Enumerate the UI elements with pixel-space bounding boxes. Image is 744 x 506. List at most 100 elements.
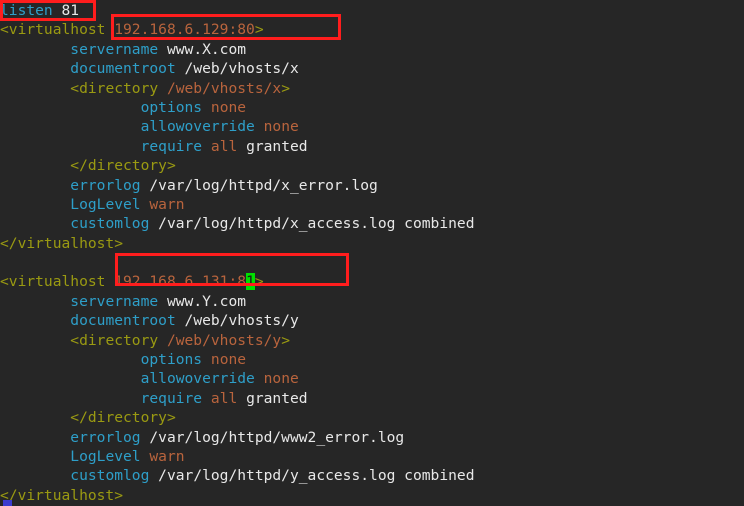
code-line[interactable]: </virtualhost> <box>0 486 744 505</box>
code-line[interactable]: LogLevel warn <box>0 447 744 466</box>
next-line-partial-glyph <box>3 500 12 506</box>
code-line[interactable]: documentroot /web/vhosts/y <box>0 311 744 330</box>
code-line[interactable]: <virtualhost 192.168.6.129:80> <box>0 20 744 39</box>
code-line[interactable]: listen 81 <box>0 1 744 20</box>
code-line[interactable]: customlog /var/log/httpd/y_access.log co… <box>0 466 744 485</box>
code-token: all <box>210 389 238 407</box>
code-token: <directory <box>70 79 167 97</box>
code-line[interactable]: options none <box>0 350 744 369</box>
code-token: > <box>254 21 264 39</box>
code-token: require <box>140 137 203 155</box>
code-token: </directory> <box>70 409 176 427</box>
terminal-editor-window[interactable]: listen 81 <virtualhost 192.168.6.129:80> … <box>0 0 744 506</box>
code-token: /var/log/httpd/x_access.log combined <box>158 215 475 233</box>
code-token: 192.168.6.129:80 <box>114 21 255 39</box>
code-line[interactable]: </directory> <box>0 156 744 175</box>
code-token: servername <box>70 292 159 310</box>
code-token: LogLevel <box>70 447 141 465</box>
code-token: > <box>281 331 290 349</box>
code-token: <virtualhost <box>0 273 115 291</box>
code-token: granted <box>246 389 308 407</box>
code-token: require <box>140 389 203 407</box>
code-line[interactable]: LogLevel warn <box>0 195 744 214</box>
code-token: warn <box>149 195 185 213</box>
code-token: /web/vhosts/x <box>184 60 299 78</box>
code-token: documentroot <box>70 60 176 78</box>
code-line[interactable]: <directory /web/vhosts/x> <box>0 79 744 98</box>
text-cursor: 1 <box>246 273 255 291</box>
code-line[interactable]: servername www.X.com <box>0 40 744 59</box>
code-token: allowoverride <box>140 370 255 388</box>
code-token: LogLevel <box>70 195 141 213</box>
code-line[interactable]: <virtualhost 192.168.6.131:81> <box>0 272 744 291</box>
code-token: none <box>263 370 299 388</box>
code-token: 81 <box>61 2 80 19</box>
code-token: customlog <box>70 467 150 485</box>
code-line[interactable]: allowoverride none <box>0 369 744 388</box>
code-token: errorlog <box>70 176 141 194</box>
code-line[interactable]: errorlog /var/log/httpd/x_error.log <box>0 176 744 195</box>
code-line[interactable]: servername www.Y.com <box>0 292 744 311</box>
config-file-text[interactable]: listen 81 <virtualhost 192.168.6.129:80> … <box>0 1 744 505</box>
code-token: <directory <box>70 331 167 349</box>
code-token: > <box>254 273 264 291</box>
code-token: warn <box>149 447 185 465</box>
code-token: servername <box>70 40 159 58</box>
code-token: all <box>210 137 238 155</box>
code-line[interactable]: allowoverride none <box>0 117 744 136</box>
code-token: documentroot <box>70 312 176 330</box>
code-line[interactable]: documentroot /web/vhosts/x <box>0 59 744 78</box>
code-token: errorlog <box>70 428 141 446</box>
code-token: 192.168.6.131:8 <box>114 273 247 291</box>
code-line[interactable]: errorlog /var/log/httpd/www2_error.log <box>0 428 744 447</box>
code-token: /var/log/httpd/y_access.log combined <box>158 467 475 485</box>
code-token: /web/vhosts/x <box>166 79 282 97</box>
code-token: /web/vhosts/y <box>184 312 299 330</box>
code-line[interactable]: <directory /web/vhosts/y> <box>0 331 744 350</box>
code-line[interactable]: </virtualhost> <box>0 234 744 253</box>
code-token: <virtualhost <box>0 21 115 39</box>
code-token: listen <box>0 2 53 19</box>
code-line[interactable] <box>0 253 744 272</box>
code-token: /var/log/httpd/x_error.log <box>149 176 378 194</box>
code-token: allowoverride <box>140 118 255 136</box>
code-line[interactable]: options none <box>0 98 744 117</box>
code-line[interactable]: </directory> <box>0 408 744 427</box>
code-line[interactable]: require all granted <box>0 137 744 156</box>
code-token: </virtualhost> <box>0 486 124 504</box>
code-token: customlog <box>70 215 150 233</box>
code-token: </virtualhost> <box>0 234 124 252</box>
code-token: granted <box>246 137 308 155</box>
code-line[interactable]: require all granted <box>0 389 744 408</box>
code-line[interactable]: customlog /var/log/httpd/x_access.log co… <box>0 214 744 233</box>
